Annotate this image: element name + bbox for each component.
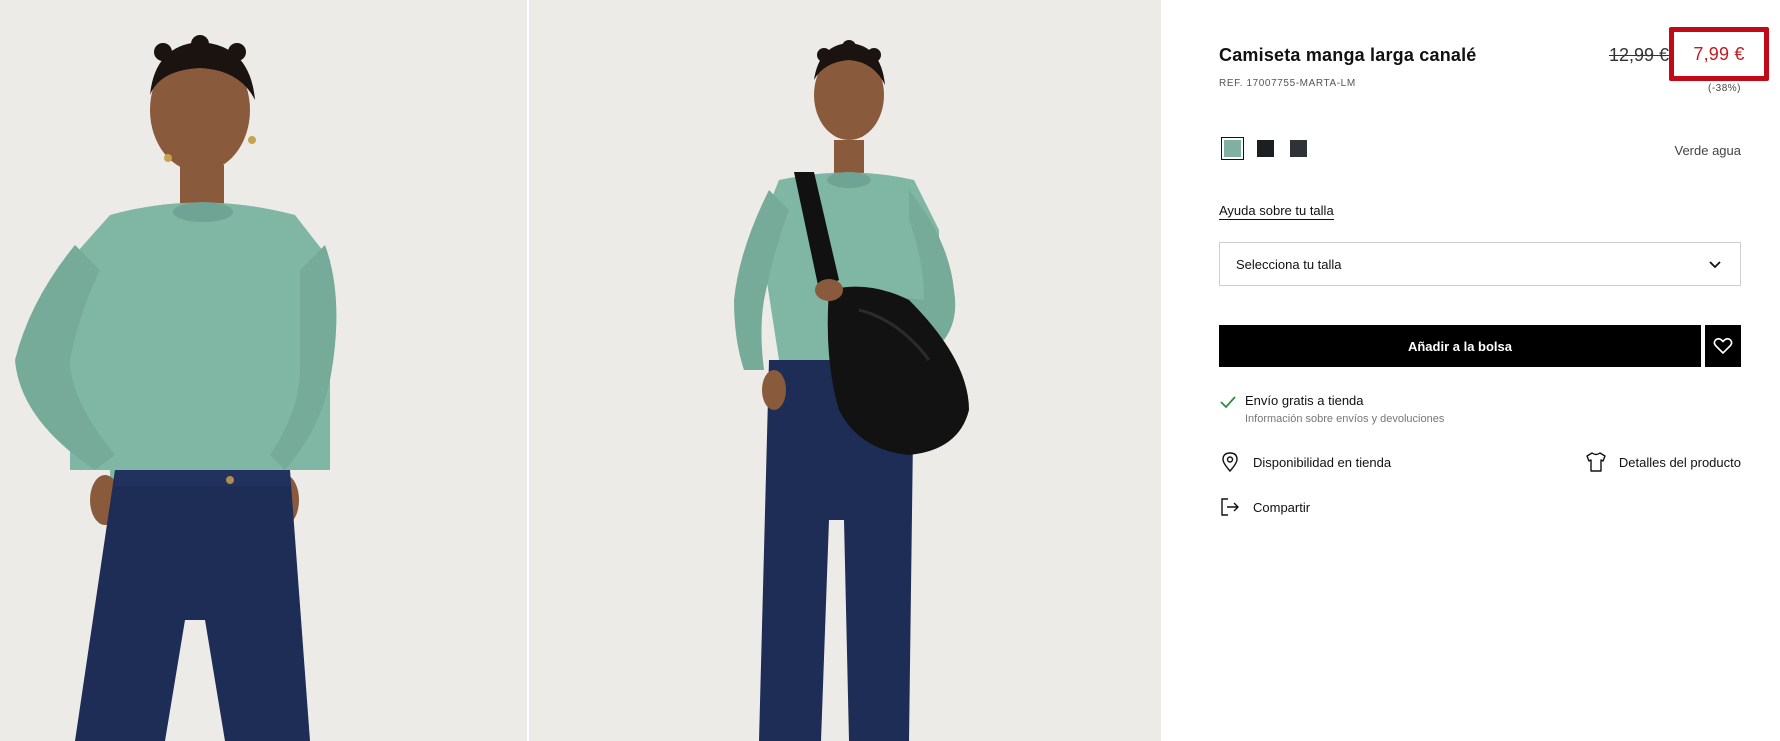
swatch-color [1257,140,1274,157]
shipping-info-link[interactable]: Información sobre envíos y devoluciones [1245,413,1444,425]
swatch-color [1290,140,1307,157]
favorite-button[interactable] [1705,325,1741,367]
color-swatches [1221,137,1310,160]
add-to-bag-button[interactable]: Añadir a la bolsa [1219,325,1701,367]
store-availability-label: Disponibilidad en tienda [1253,454,1392,470]
shipping-title: Envío gratis a tienda [1245,393,1364,408]
product-details-link[interactable]: Detalles del producto [1585,451,1741,473]
sale-price: 7,99 € [1693,43,1745,64]
swatch-negro[interactable] [1254,137,1277,160]
sale-price-highlight: 7,99 € [1669,27,1769,81]
original-price: 12,99 € [1608,45,1669,65]
size-help-link[interactable]: Ayuda sobre tu talla [1219,203,1334,220]
product-photo-bag[interactable] [529,0,1161,741]
check-icon [1220,396,1236,409]
discount-percent: (-38%) [1707,83,1741,94]
shipping-info: Envío gratis a tienda Información sobre … [1219,393,1444,425]
size-select[interactable]: Selecciona tu talla [1219,242,1741,286]
share-link[interactable]: Compartir [1219,496,1310,518]
heart-icon [1713,337,1733,355]
store-availability-link[interactable]: Disponibilidad en tienda [1219,451,1391,473]
product-gallery [0,0,1161,741]
product-panel: Camiseta manga larga canalé REF. 1700775… [1219,0,1769,741]
share-label: Compartir [1253,499,1311,515]
tshirt-icon [1586,452,1606,472]
model-front-illustration [0,0,527,741]
product-title: Camiseta manga larga canalé [1219,45,1477,65]
swatch-color [1224,140,1241,157]
product-photo-front[interactable] [0,0,527,741]
product-details-label: Detalles del producto [1618,454,1741,470]
size-select-placeholder: Selecciona tu talla [1236,256,1342,272]
chevron-down-icon [1709,261,1721,269]
product-reference: REF. 17007755-MARTA-LM [1219,78,1356,89]
selected-color-name: Verde agua [1674,143,1741,158]
swatch-gris-oscuro[interactable] [1287,137,1310,160]
swatch-verde-agua[interactable] [1221,137,1244,160]
model-bag-illustration [529,0,1161,741]
location-pin-icon [1222,452,1238,473]
share-icon [1221,498,1239,516]
